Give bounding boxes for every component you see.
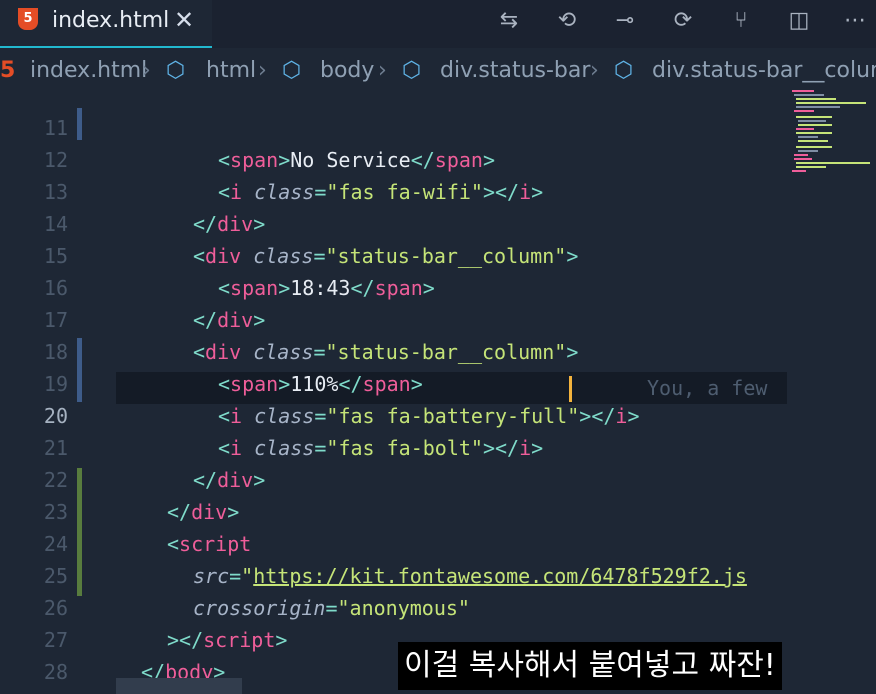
minimap-line: [796, 166, 826, 168]
tab-index-html[interactable]: 5 index.html ✕: [0, 0, 212, 48]
next-change-icon[interactable]: ⟳: [668, 6, 698, 36]
minimap-line: [796, 132, 832, 134]
tab-bar: 5 index.html ✕ ⇆ ⟲ ⊸ ⟳ ⑂ ◫ ⋯: [0, 0, 876, 48]
split-editor-icon[interactable]: ◫: [784, 6, 814, 36]
breadcrumb: 5 index.html › ⬡ html › ⬡ body › ⬡ div.s…: [0, 54, 876, 88]
horizontal-scrollbar[interactable]: [116, 678, 242, 694]
chevron-right-icon: ›: [378, 58, 387, 83]
cube-icon: ⬡: [282, 58, 302, 83]
minimap-line: [792, 90, 814, 92]
code-line: 16 </div>: [0, 240, 786, 332]
close-icon[interactable]: ✕: [174, 6, 194, 34]
code-line: 17 <div class="status-bar__column">: [0, 272, 786, 364]
minimap-line: [794, 154, 808, 156]
code-line: 21 </div>: [0, 400, 786, 492]
breadcrumb-html[interactable]: html: [206, 58, 256, 83]
tab-title: index.html: [52, 8, 170, 33]
minimap-line: [796, 128, 814, 130]
minimap-line: [794, 110, 814, 112]
chevron-right-icon: ›: [258, 58, 267, 83]
cube-icon: ⬡: [614, 58, 634, 83]
minimap-line: [796, 162, 870, 164]
more-actions-icon[interactable]: ⋯: [840, 6, 870, 36]
html5-icon: 5: [0, 58, 16, 83]
breadcrumb-file[interactable]: index.html: [30, 58, 147, 83]
minimap-line: [796, 98, 836, 100]
minimap-line: [798, 120, 826, 122]
code-line: 26 ></script>: [0, 560, 786, 652]
code-line: 15 <span>18:43</span>: [0, 208, 786, 300]
minimap-line: [796, 116, 832, 118]
minimap-line: [798, 150, 818, 152]
code-line: 23 <script: [0, 464, 786, 556]
code-line: 22 </div>: [0, 432, 786, 524]
code-line: 12 <i class="fas fa-wifi"></i>: [0, 112, 786, 204]
minimap-line: [792, 170, 806, 172]
code-line: 11 <span>No Service</span>: [0, 88, 786, 172]
minimap-line: [794, 158, 812, 160]
compare-changes-icon[interactable]: ⇆: [494, 6, 524, 36]
code-line: 19 <i class="fas fa-battery-full"></i>: [0, 336, 786, 428]
minimap-line: [798, 124, 832, 126]
minimap-line: [798, 140, 828, 142]
minimap-line: [794, 94, 824, 96]
line-number: 29: [0, 688, 68, 694]
breadcrumb-div-status-bar[interactable]: div.status-bar: [440, 58, 590, 83]
code-editor[interactable]: 11 <span>No Service</span> 12 <i class="…: [0, 88, 876, 694]
minimap[interactable]: [786, 88, 876, 208]
chevron-right-icon: ›: [590, 58, 599, 83]
previous-change-icon[interactable]: ⟲: [552, 6, 582, 36]
minimap-line: [796, 106, 840, 108]
cube-icon: ⬡: [402, 58, 422, 83]
code-line: 18 <span>110%</span>: [0, 304, 786, 396]
chevron-right-icon: ›: [142, 58, 151, 83]
minimap-line: [798, 136, 818, 138]
text-cursor: [569, 376, 572, 402]
breadcrumb-body[interactable]: body: [320, 58, 374, 83]
video-caption: 이걸 복사해서 붙여넣고 짜잔!: [398, 642, 782, 690]
minimap-line: [796, 146, 832, 148]
code-line: 27 </body>: [0, 592, 786, 684]
cube-icon: ⬡: [166, 58, 186, 83]
git-branch-icon[interactable]: ⑂: [726, 6, 756, 36]
code-line: 13 </div>: [0, 144, 786, 236]
breadcrumb-div-status-bar-column[interactable]: div.status-bar__colum: [652, 58, 876, 83]
code-line: 24 src="https://kit.fontawesome.com/6478…: [0, 496, 786, 588]
code-line: 25 crossorigin="anonymous": [0, 528, 786, 620]
commit-icon[interactable]: ⊸: [610, 6, 640, 36]
code-line: 14 <div class="status-bar__column">: [0, 176, 786, 268]
minimap-line: [796, 102, 866, 104]
html5-icon: 5: [18, 8, 38, 30]
